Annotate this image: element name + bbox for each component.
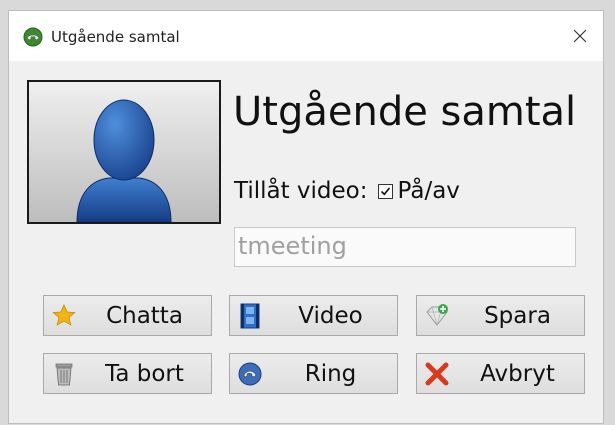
star-icon xyxy=(52,304,76,326)
call-button-label: Ring xyxy=(304,360,357,387)
close-button[interactable] xyxy=(557,11,603,61)
trash-icon xyxy=(55,363,73,386)
call-heading: Utgående samtal xyxy=(233,89,577,135)
delete-button-label: Ta bort xyxy=(105,360,184,387)
phone-icon xyxy=(238,362,262,386)
save-button[interactable]: Spara xyxy=(416,295,585,336)
allow-video-row: Tillåt video: På/av xyxy=(234,178,460,204)
cancel-button-label: Avbryt xyxy=(480,360,555,387)
save-button-label: Spara xyxy=(484,302,551,329)
chat-button[interactable]: Chatta xyxy=(43,295,212,336)
address-input[interactable]: tmeeting xyxy=(234,227,576,267)
checkmark-icon xyxy=(380,186,390,195)
video-checkbox[interactable] xyxy=(377,183,393,199)
call-button[interactable]: Ring xyxy=(229,353,398,394)
delete-button[interactable]: Ta bort xyxy=(43,353,212,394)
video-toggle-label[interactable]: På/av xyxy=(398,178,460,204)
gem-add-icon xyxy=(426,304,448,326)
window-title: Utgående samtal xyxy=(51,28,180,46)
phone-globe-icon xyxy=(23,27,43,47)
cancel-button[interactable]: Avbryt xyxy=(416,353,585,394)
contact-avatar xyxy=(27,80,221,224)
film-icon xyxy=(240,303,260,329)
cross-icon xyxy=(425,362,449,386)
video-button-label: Video xyxy=(298,302,363,329)
video-button[interactable]: Video xyxy=(229,295,398,336)
allow-video-label: Tillåt video: xyxy=(234,178,368,204)
title-bar[interactable]: Utgående samtal xyxy=(9,11,603,61)
outgoing-call-window: Utgående samtal Utgående samtal Tillåt v… xyxy=(8,10,604,424)
chat-button-label: Chatta xyxy=(106,302,183,329)
user-silhouette-icon xyxy=(76,99,172,222)
close-icon xyxy=(573,29,587,43)
